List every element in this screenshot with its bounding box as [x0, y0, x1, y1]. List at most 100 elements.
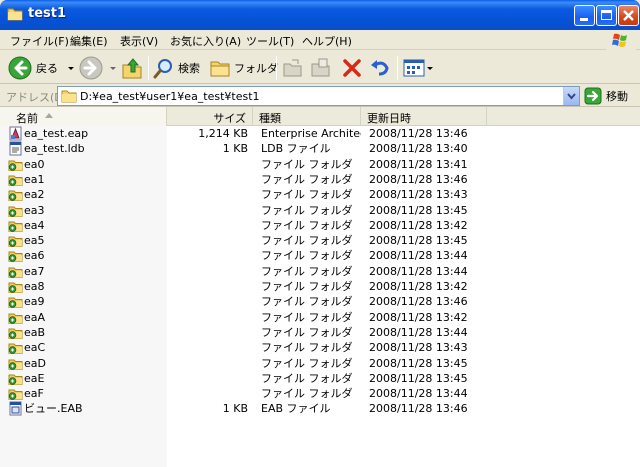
file-modified-date: 2008/11/28 13:45 [369, 356, 468, 370]
menu-edit[interactable]: 編集(E) [64, 32, 114, 48]
file-row[interactable]: eaF ファイル フォルダ 2008/11/28 13:44 [0, 386, 640, 401]
file-size [170, 294, 248, 309]
menu-help[interactable]: ヘルプ(H) [296, 32, 358, 48]
up-folder-button[interactable] [121, 54, 143, 82]
menu-favorites[interactable]: お気に入り(A) [164, 32, 247, 48]
file-row[interactable]: eaB ファイル フォルダ 2008/11/28 13:44 [0, 325, 640, 340]
file-row[interactable]: ea6 ファイル フォルダ 2008/11/28 13:44 [0, 248, 640, 263]
close-button[interactable] [618, 5, 639, 26]
views-button[interactable] [403, 54, 434, 82]
file-row[interactable]: ea8 ファイル フォルダ 2008/11/28 13:42 [0, 279, 640, 294]
folders-button[interactable]: フォルダ [209, 54, 278, 82]
delete-button[interactable] [341, 54, 363, 82]
file-list-view[interactable]: 名前 サイズ 種類 更新日時 ea_test.eap 1,214 KB Enterp… [0, 107, 640, 467]
column-header-name[interactable]: 名前 [0, 107, 167, 126]
chevron-down-icon[interactable] [108, 63, 118, 73]
column-header-size[interactable]: サイズ [167, 107, 253, 126]
column-label: 種類 [259, 112, 281, 125]
back-button[interactable]: 戻る [8, 54, 76, 82]
file-row[interactable]: ea9 ファイル フォルダ 2008/11/28 13:46 [0, 294, 640, 309]
folders-icon [210, 61, 230, 77]
list-header: 名前 サイズ 種類 更新日時 [0, 107, 640, 126]
back-arrow-icon [8, 56, 32, 80]
file-modified-date: 2008/11/28 13:45 [369, 234, 468, 248]
file-type: Enterprise Architec... [261, 127, 361, 140]
file-name: ea_test.ldb [24, 142, 85, 156]
file-size [170, 325, 248, 340]
address-input[interactable]: D:¥ea_test¥user1¥ea_test¥test1 [57, 86, 580, 106]
close-icon [623, 10, 634, 21]
ldb-file-icon [8, 141, 23, 156]
maximize-icon [601, 10, 612, 20]
file-type: ファイル フォルダ [261, 203, 353, 217]
file-type: ファイル フォルダ [261, 234, 353, 248]
file-row[interactable]: eaA ファイル フォルダ 2008/11/28 13:42 [0, 310, 640, 325]
file-row[interactable]: ea0 ファイル フォルダ 2008/11/28 13:41 [0, 157, 640, 172]
file-modified-date: 2008/11/28 13:40 [369, 142, 468, 156]
folder-icon [8, 203, 23, 218]
move-to-button[interactable] [282, 54, 304, 82]
file-row[interactable]: eaD ファイル フォルダ 2008/11/28 13:45 [0, 356, 640, 371]
file-size [170, 356, 248, 371]
file-row[interactable]: ea3 ファイル フォルダ 2008/11/28 13:45 [0, 203, 640, 218]
file-row[interactable]: ビュー.EAB 1 KB EAB ファイル 2008/11/28 13:46 [0, 401, 640, 416]
file-row[interactable]: ea_test.eap 1,214 KB Enterprise Architec..… [0, 126, 640, 141]
file-name: ea4 [24, 218, 45, 232]
file-size: 1,214 KB [198, 127, 248, 140]
file-size [170, 172, 248, 187]
file-size [170, 218, 248, 233]
address-bar: アドレス(D) D:¥ea_test¥user1¥ea_test¥test1 移… [0, 85, 640, 107]
file-name: ea6 [24, 249, 45, 263]
file-type: ファイル フォルダ [261, 218, 353, 232]
file-row[interactable]: ea_test.ldb 1 KB LDB ファイル 2008/11/28 13:40 [0, 141, 640, 156]
column-header-date[interactable]: 更新日時 [361, 107, 487, 126]
file-name: eaE [24, 371, 45, 385]
copy-to-button[interactable] [310, 54, 332, 82]
go-button[interactable]: 移動 [584, 87, 638, 105]
file-size [170, 203, 248, 218]
menu-tools[interactable]: ツール(T) [240, 32, 300, 48]
search-button[interactable]: 検索 [153, 54, 200, 82]
column-header-type[interactable]: 種類 [253, 107, 361, 126]
file-row[interactable]: ea2 ファイル フォルダ 2008/11/28 13:43 [0, 187, 640, 202]
file-type: ファイル フォルダ [261, 310, 353, 324]
address-dropdown-button[interactable] [563, 87, 579, 105]
folder-icon [8, 356, 23, 371]
file-size [170, 233, 248, 248]
title-bar[interactable]: test1 [0, 0, 640, 30]
file-name: eaD [24, 356, 46, 370]
file-name: ea0 [24, 157, 45, 171]
file-row[interactable]: ea7 ファイル フォルダ 2008/11/28 13:44 [0, 264, 640, 279]
maximize-button[interactable] [596, 5, 617, 26]
undo-button[interactable] [369, 54, 391, 82]
menu-view[interactable]: 表示(V) [114, 32, 164, 48]
file-name: ea8 [24, 280, 45, 293]
chevron-down-icon[interactable] [426, 63, 434, 73]
column-label: サイズ [213, 112, 246, 125]
file-modified-date: 2008/11/28 13:42 [369, 280, 468, 293]
file-type: ファイル フォルダ [261, 280, 353, 293]
chevron-down-icon[interactable] [66, 63, 76, 73]
folder-icon [8, 172, 23, 187]
file-type: ファイル フォルダ [261, 172, 353, 186]
file-row[interactable]: eaC ファイル フォルダ 2008/11/28 13:43 [0, 340, 640, 355]
folder-icon [8, 386, 23, 401]
undo-icon [371, 60, 389, 76]
file-type: LDB ファイル [261, 142, 331, 156]
folder-icon [8, 325, 23, 340]
delete-x-icon [343, 59, 361, 77]
file-row[interactable]: ea5 ファイル フォルダ 2008/11/28 13:45 [0, 233, 640, 248]
file-name: ea5 [24, 234, 45, 248]
minimize-icon [580, 18, 588, 21]
file-row[interactable]: ea4 ファイル フォルダ 2008/11/28 13:42 [0, 218, 640, 233]
folder-icon [8, 157, 23, 172]
minimize-button[interactable] [574, 5, 595, 26]
file-row[interactable]: ea1 ファイル フォルダ 2008/11/28 13:46 [0, 172, 640, 187]
file-row[interactable]: eaE ファイル フォルダ 2008/11/28 13:45 [0, 371, 640, 386]
file-name: eaF [24, 387, 44, 401]
folder-icon [8, 218, 23, 233]
forward-button[interactable] [79, 54, 118, 82]
file-name: eaB [24, 325, 46, 339]
address-value: D:¥ea_test¥user1¥ea_test¥test1 [80, 90, 260, 103]
move-to-folder-icon [283, 59, 302, 77]
